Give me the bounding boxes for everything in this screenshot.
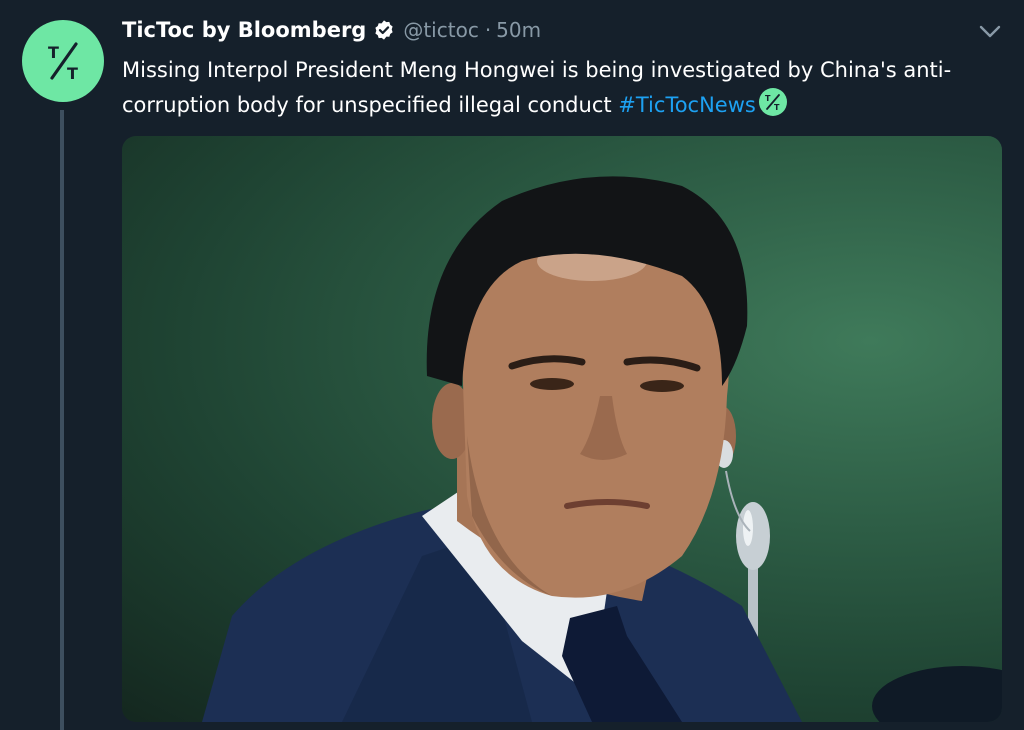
svg-text:T: T (48, 43, 59, 62)
author-name[interactable]: TicToc by Bloomberg (122, 18, 366, 42)
tweet-header: TicToc by Bloomberg @tictoc · 50m (122, 14, 541, 46)
tweet-menu-button[interactable] (976, 20, 1004, 44)
svg-text:T: T (67, 64, 78, 83)
timestamp[interactable]: 50m (496, 18, 541, 42)
tictoc-emoji-icon: T T (758, 87, 788, 117)
verified-badge-icon (373, 19, 395, 41)
avatar[interactable]: T T (22, 20, 104, 102)
portrait-image (202, 176, 1002, 722)
thread-line (60, 110, 64, 730)
tweet-card[interactable]: T T TicToc by Bloomberg @tictoc · 50m Mi… (0, 0, 1024, 730)
separator: · (484, 18, 492, 42)
svg-text:T: T (765, 94, 771, 103)
tweet-text: Missing Interpol President Meng Hongwei … (122, 54, 1002, 122)
chevron-down-icon (979, 25, 1001, 38)
hashtag-link[interactable]: #TicTocNews (618, 93, 756, 117)
author-handle[interactable]: @tictoc (403, 18, 478, 42)
svg-text:T: T (774, 103, 780, 112)
tweet-photo[interactable] (122, 136, 1002, 722)
tweet-body: Missing Interpol President Meng Hongwei … (122, 58, 952, 117)
tictoc-logo-icon: T T (48, 42, 78, 83)
